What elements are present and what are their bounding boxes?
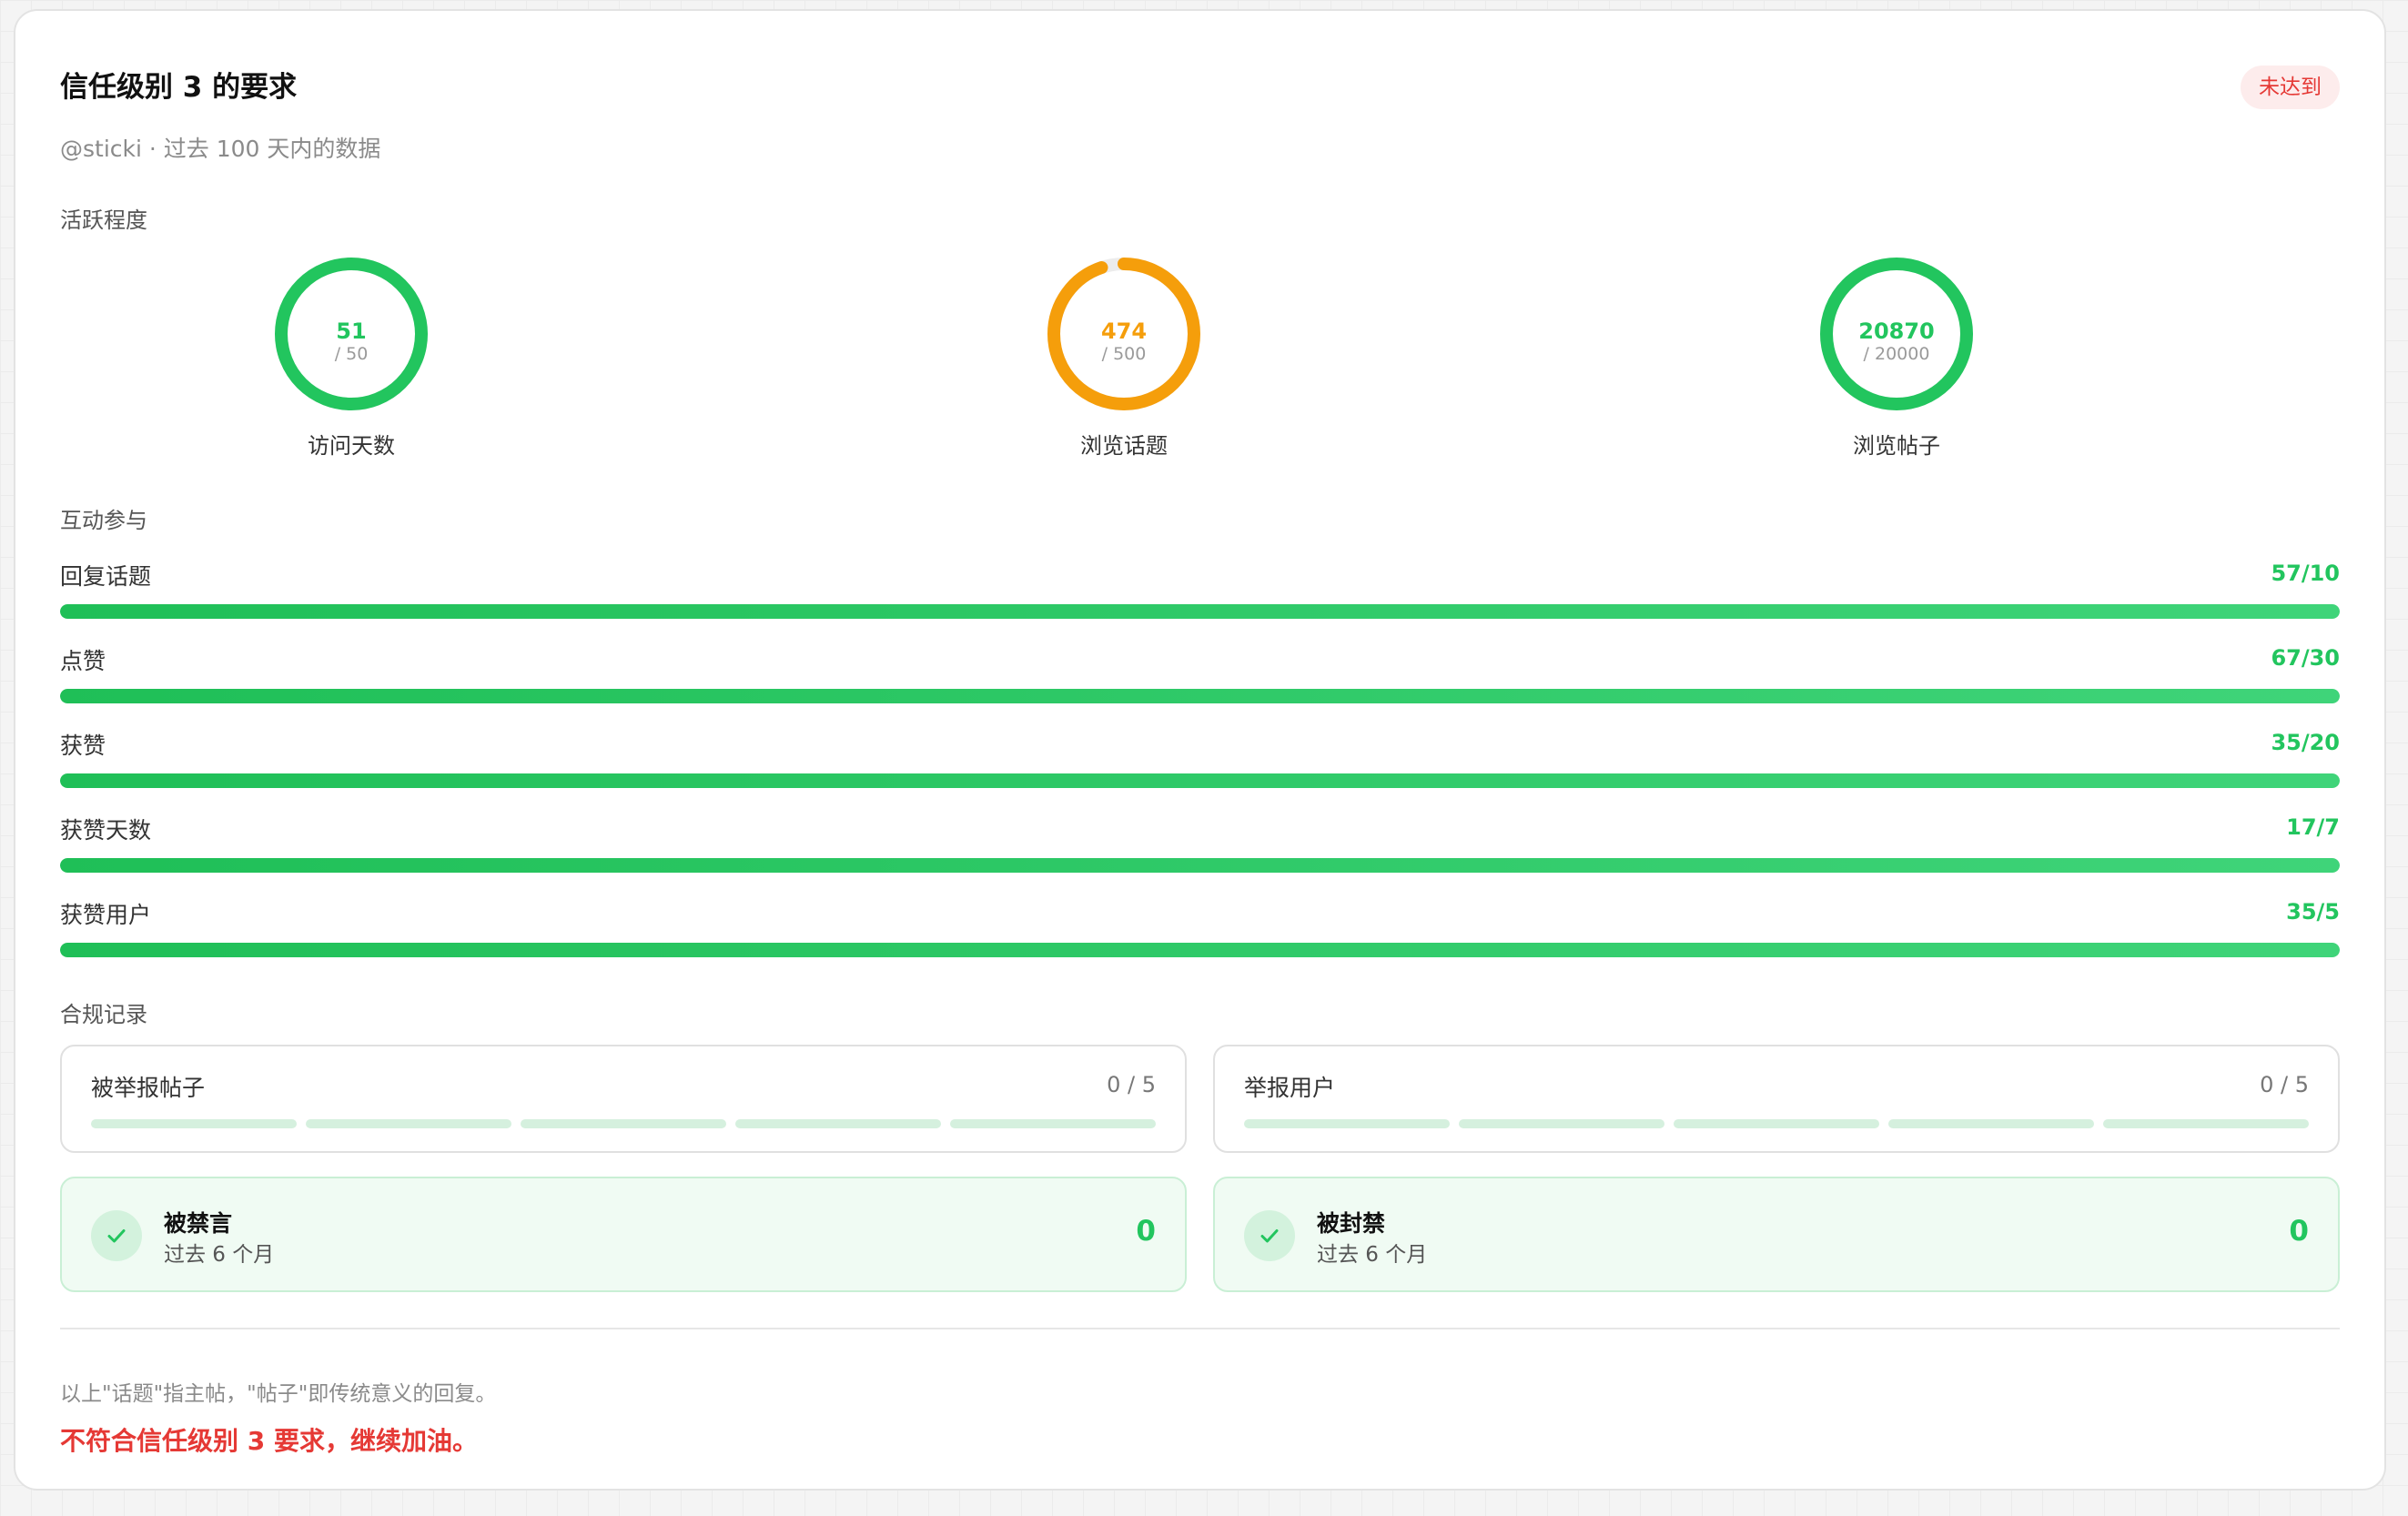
gauge-label: 访问天数 — [308, 433, 395, 459]
status-count: 0 — [1136, 1215, 1156, 1248]
progress-track — [60, 689, 2340, 703]
bar-row-replies: 回复话题 57/10 — [60, 559, 2340, 643]
bar-label: 获赞 — [60, 733, 106, 759]
comp-label: 被举报帖子 — [91, 1075, 206, 1101]
segment-meter — [91, 1119, 1156, 1128]
progress-track — [60, 604, 2340, 619]
bar-row-likes-given: 点赞 67/30 — [60, 643, 2340, 728]
bar-count: 35/5 — [2286, 899, 2340, 925]
progress-fill — [60, 943, 2340, 957]
trust-level-card: 信任级别 3 的要求 未达到 @sticki · 过去 100 天内的数据 活跃… — [14, 9, 2386, 1491]
status-subtitle: 过去 6 个月 — [164, 1243, 275, 1267]
reported-users-box: 举报用户 0 / 5 — [1213, 1045, 2340, 1153]
reported-posts-box: 被举报帖子 0 / 5 — [60, 1045, 1187, 1153]
bar-label: 获赞天数 — [60, 817, 152, 844]
gauge-value: 20870 — [1858, 318, 1935, 344]
segment-meter — [1244, 1119, 2309, 1128]
comp-count: 0 / 5 — [2260, 1072, 2309, 1097]
section-label-activity: 活跃程度 — [60, 207, 147, 233]
bar-count: 57/10 — [2271, 561, 2340, 586]
status-title: 被禁言 — [164, 1210, 233, 1237]
status-count: 0 — [2289, 1215, 2309, 1248]
status-badge: 未达到 — [2241, 66, 2340, 109]
gauge-visit-days: 51 / 50 访问天数 — [215, 257, 488, 460]
gauge-topics-viewed: 474 / 500 浏览话题 — [987, 257, 1260, 460]
bar-label: 获赞用户 — [60, 902, 152, 928]
bar-count: 67/30 — [2271, 645, 2340, 671]
meter-segment — [1244, 1119, 1450, 1128]
interaction-bars: 回复话题 57/10 点赞 67/30 获赞 35/20 获赞天数 17/7 获… — [60, 559, 2340, 982]
bar-count: 17/7 — [2286, 814, 2340, 840]
progress-track — [60, 943, 2340, 957]
comp-label: 举报用户 — [1244, 1075, 1336, 1101]
card-subtitle: @sticki · 过去 100 天内的数据 — [60, 136, 381, 162]
bar-label: 回复话题 — [60, 563, 152, 590]
gauge-posts-viewed: 20870 / 20000 浏览帖子 — [1760, 257, 2033, 460]
bar-row-likes-received: 获赞 35/20 — [60, 728, 2340, 813]
status-subtitle: 过去 6 个月 — [1317, 1243, 1428, 1267]
card-header: 信任级别 3 的要求 未达到 — [60, 66, 2340, 109]
gauge-target: / 500 — [1101, 344, 1147, 364]
meter-segment — [735, 1119, 941, 1128]
conclusion-message: 不符合信任级别 3 要求，继续加油。 — [60, 1426, 478, 1456]
section-label-compliance: 合规记录 — [60, 1002, 147, 1027]
check-icon — [1244, 1210, 1295, 1261]
bar-label: 点赞 — [60, 648, 106, 674]
bar-count: 35/20 — [2271, 730, 2340, 755]
status-title: 被封禁 — [1317, 1210, 1386, 1237]
meter-segment — [1674, 1119, 1879, 1128]
meter-segment — [1888, 1119, 2094, 1128]
bar-row-liked-users: 获赞用户 35/5 — [60, 897, 2340, 982]
meter-segment — [1459, 1119, 1664, 1128]
activity-gauges: 51 / 50 访问天数 474 / 500 浏览话题 20870 / 2000… — [60, 257, 2340, 466]
gauge-label: 浏览帖子 — [1853, 433, 1940, 459]
progress-fill — [60, 773, 2340, 788]
progress-track — [60, 858, 2340, 873]
progress-fill — [60, 689, 2340, 703]
meter-segment — [2103, 1119, 2309, 1128]
check-icon — [91, 1210, 142, 1261]
meter-segment — [521, 1119, 726, 1128]
gauge-label: 浏览话题 — [1080, 433, 1168, 459]
gauge-target: / 50 — [334, 344, 369, 364]
gauge-target: / 20000 — [1863, 344, 1930, 364]
meter-segment — [950, 1119, 1156, 1128]
progress-track — [60, 773, 2340, 788]
silenced-status-box: 被禁言 过去 6 个月 0 — [60, 1177, 1187, 1292]
section-label-interaction: 互动参与 — [60, 508, 147, 533]
footnote: 以上"话题"指主帖，"帖子"即传统意义的回复。 — [60, 1382, 497, 1406]
progress-fill — [60, 604, 2340, 619]
meter-segment — [306, 1119, 511, 1128]
comp-count: 0 / 5 — [1107, 1072, 1156, 1097]
card-title: 信任级别 3 的要求 — [60, 71, 298, 104]
progress-fill — [60, 858, 2340, 873]
gauge-value: 51 — [336, 318, 367, 344]
gauge-value: 474 — [1100, 318, 1148, 344]
bar-row-liked-days: 获赞天数 17/7 — [60, 813, 2340, 897]
suspended-status-box: 被封禁 过去 6 个月 0 — [1213, 1177, 2340, 1292]
meter-segment — [91, 1119, 297, 1128]
divider — [60, 1328, 2340, 1329]
